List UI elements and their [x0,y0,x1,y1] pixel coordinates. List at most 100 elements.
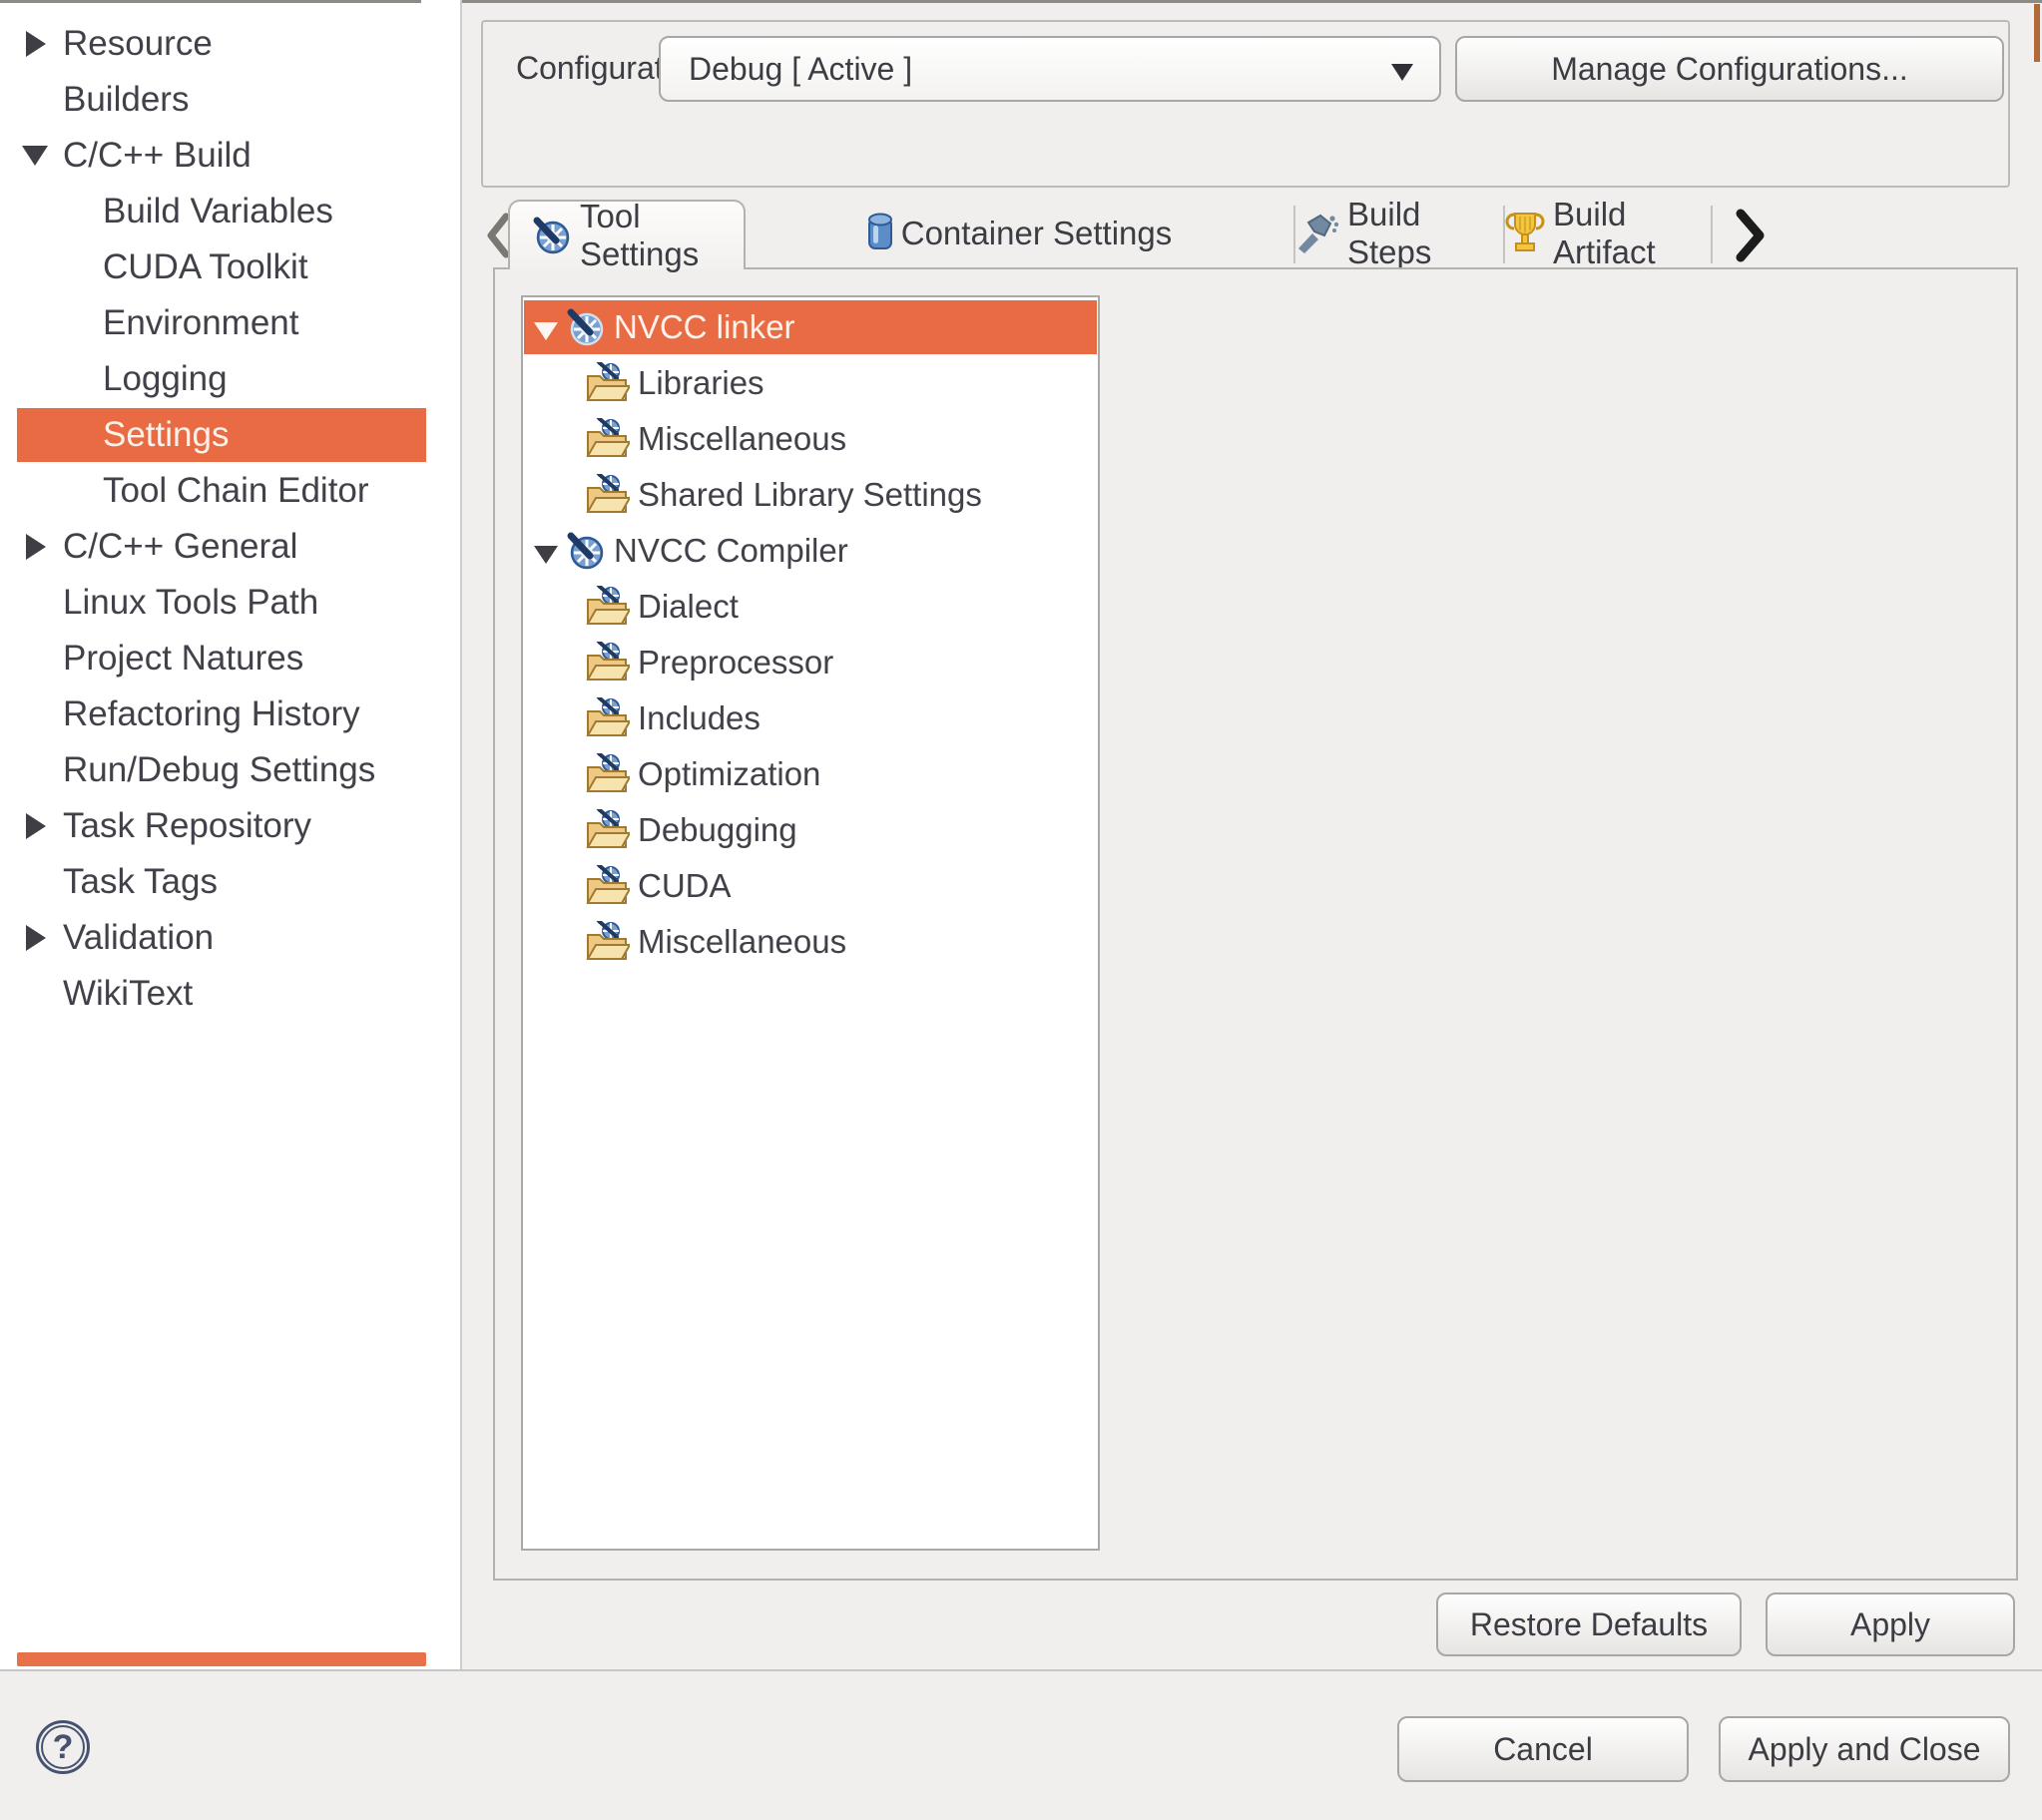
tree-item-label: Dialect [638,588,739,626]
tree-item-cuda[interactable]: CUDA [524,859,1097,913]
sidebar-item-run-debug-settings[interactable]: Run/Debug Settings [0,742,460,798]
sidebar-item-build-variables[interactable]: Build Variables [0,184,460,239]
question-mark-icon: ? [53,1728,74,1767]
sidebar-item-label: Validation [63,918,214,958]
chevron-right-icon [1734,209,1766,262]
sidebar-item-label: Environment [103,303,298,343]
cancel-button[interactable]: Cancel [1397,1716,1689,1782]
top-edge [462,0,2042,3]
folder-settings-icon [586,642,630,683]
folder-settings-icon [586,474,630,516]
chevron-right-icon[interactable] [26,925,46,951]
tree-item-nvcc-linker[interactable]: NVCC linker [524,300,1097,354]
help-button[interactable]: ? [36,1720,90,1774]
folder-settings-icon [586,921,630,963]
folder-settings-icon [586,362,630,404]
tab-scroll-right-button[interactable] [1728,206,1772,265]
tree-item-dialect[interactable]: Dialect [524,580,1097,634]
sidebar-item-task-repository[interactable]: Task Repository [0,798,460,854]
sidebar-item-validation[interactable]: Validation [0,910,460,966]
tab-label: Tool Settings [580,198,744,273]
cancel-label: Cancel [1493,1731,1593,1768]
chevron-right-icon[interactable] [26,31,46,57]
sidebar-item-label: Logging [103,359,228,399]
folder-settings-icon [586,865,630,907]
sidebar-item-label: Tool Chain Editor [103,471,369,511]
container-icon [867,212,893,255]
tab-label: Container Settings [901,215,1173,252]
tree-item-label: Libraries [638,364,765,402]
tree-item-miscellaneous-compiler[interactable]: Miscellaneous [524,915,1097,969]
manage-configurations-label: Manage Configurations... [1551,51,1908,88]
tool-icon [566,531,606,571]
sidebar-item-cpp-build[interactable]: C/C++ Build [0,128,460,184]
tree-item-debugging[interactable]: Debugging [524,803,1097,857]
chevron-right-icon[interactable] [26,534,46,560]
tab-build-artifact[interactable]: Build Artifact [1505,202,1711,265]
restore-defaults-button[interactable]: Restore Defaults [1436,1592,1742,1656]
sidebar-item-linux-tools-path[interactable]: Linux Tools Path [0,575,460,631]
folder-settings-icon [586,418,630,460]
sidebar-item-cpp-general[interactable]: C/C++ General [0,519,460,575]
configuration-dropdown[interactable]: Debug [ Active ] [659,36,1441,102]
apply-label: Apply [1850,1606,1930,1643]
chevron-left-icon [484,212,510,259]
sidebar-horizontal-scrollbar-thumb[interactable] [17,1652,426,1666]
folder-settings-icon [586,697,630,739]
apply-and-close-button[interactable]: Apply and Close [1719,1716,2010,1782]
tab-build-steps[interactable]: Build Steps [1295,202,1503,265]
chevron-down-icon[interactable] [22,146,48,166]
tree-item-label: NVCC Compiler [614,532,848,570]
sidebar-item-task-tags[interactable]: Task Tags [0,854,460,910]
tree-item-preprocessor[interactable]: Preprocessor [524,636,1097,689]
sidebar-item-label: C/C++ General [63,527,297,567]
tree-item-libraries[interactable]: Libraries [524,356,1097,410]
hammer-icon [1295,214,1339,253]
tab-container-settings[interactable]: Container Settings [746,202,1293,265]
tree-item-label: Includes [638,699,761,737]
dropdown-arrow-icon [1391,64,1413,81]
sidebar-item-refactoring-history[interactable]: Refactoring History [0,686,460,742]
apply-button[interactable]: Apply [1766,1592,2015,1656]
tree-item-miscellaneous-linker[interactable]: Miscellaneous [524,412,1097,466]
tree-item-label: Optimization [638,755,820,793]
tree-item-shared-library-settings[interactable]: Shared Library Settings [524,468,1097,522]
tree-item-nvcc-compiler[interactable]: NVCC Compiler [524,524,1097,578]
sidebar-item-project-natures[interactable]: Project Natures [0,631,460,686]
scroll-indicator [2034,4,2040,62]
tree-item-label: NVCC linker [614,308,795,346]
restore-defaults-label: Restore Defaults [1470,1606,1708,1643]
tree-item-label: Miscellaneous [638,420,846,458]
tool-icon [532,216,572,255]
folder-settings-icon [586,809,630,851]
sidebar-item-label: Builders [63,80,189,120]
tool-icon [566,307,606,347]
manage-configurations-button[interactable]: Manage Configurations... [1455,36,2004,102]
sidebar-item-settings[interactable]: Settings [0,407,460,463]
tab-tool-settings[interactable]: Tool Settings [508,200,746,269]
sidebar-item-label: Build Variables [103,192,333,231]
sidebar-item-logging[interactable]: Logging [0,351,460,407]
sidebar-item-tool-chain-editor[interactable]: Tool Chain Editor [0,463,460,519]
eclipse-properties-dialog: { "sidebar": { "items": [ {"label": "Res… [0,0,2042,1820]
sidebar-item-label: Resource [63,24,213,64]
chevron-down-icon[interactable] [534,546,558,564]
tree-item-optimization[interactable]: Optimization [524,747,1097,801]
chevron-down-icon[interactable] [534,322,558,340]
sidebar-item-cuda-toolkit[interactable]: CUDA Toolkit [0,239,460,295]
chevron-right-icon[interactable] [26,813,46,839]
sidebar-item-wikitext[interactable]: WikiText [0,966,460,1022]
tab-label: Build Artifact [1553,196,1711,271]
tree-item-label: Preprocessor [638,644,833,682]
folder-settings-icon [586,586,630,628]
settings-page: Configuration: Debug [ Active ] Manage C… [462,0,2042,1669]
filter-box-bottom-edge [0,0,421,3]
tree-item-includes[interactable]: Includes [524,691,1097,745]
sidebar-item-environment[interactable]: Environment [0,295,460,351]
sidebar-item-builders[interactable]: Builders [0,72,460,128]
sidebar-item-resource[interactable]: Resource [0,16,460,72]
tree-item-label: Debugging [638,811,797,849]
tab-label: Build Steps [1347,196,1503,271]
sidebar-item-label: Project Natures [63,639,303,679]
tool-settings-panel: NVCC linker Libraries [493,267,2018,1581]
